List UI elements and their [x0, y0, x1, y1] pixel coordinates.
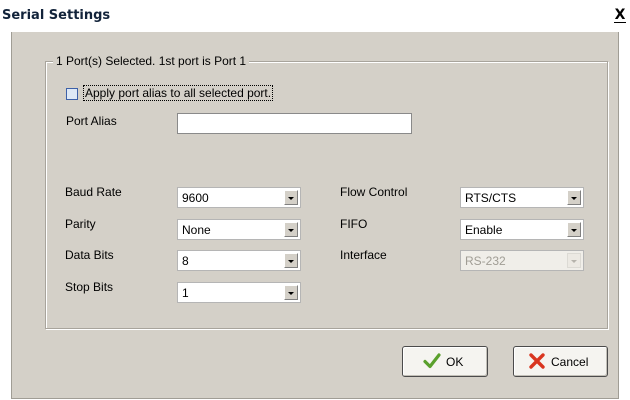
fifo-select[interactable]: Enable — [460, 219, 584, 240]
port-alias-input[interactable] — [177, 113, 412, 134]
data-bits-label: Data Bits — [65, 248, 114, 262]
chevron-down-icon[interactable] — [284, 253, 298, 268]
port-alias-label: Port Alias — [66, 114, 117, 128]
baud-rate-label: Baud Rate — [65, 185, 122, 199]
parity-select[interactable]: None — [177, 219, 301, 240]
interface-select: RS-232 — [460, 250, 584, 271]
ok-button[interactable]: OK — [402, 346, 488, 377]
close-icon[interactable]: X — [612, 6, 628, 24]
chevron-down-icon[interactable] — [284, 190, 298, 205]
data-bits-select[interactable]: 8 — [177, 250, 301, 271]
checkmark-icon — [423, 353, 441, 369]
chevron-down-icon[interactable] — [567, 222, 581, 237]
group-legend: 1 Port(s) Selected. 1st port is Port 1 — [53, 54, 250, 68]
title-bar: Serial Settings X — [0, 0, 630, 32]
stop-bits-select[interactable]: 1 — [177, 282, 301, 303]
cancel-label: Cancel — [551, 355, 589, 369]
apply-alias-checkbox[interactable] — [66, 88, 78, 100]
chevron-down-icon[interactable] — [284, 222, 298, 237]
parity-value: None — [182, 223, 211, 237]
window-title: Serial Settings — [2, 8, 111, 23]
data-bits-value: 8 — [182, 254, 189, 268]
ok-label: OK — [446, 355, 464, 369]
chevron-down-icon[interactable] — [567, 190, 581, 205]
fifo-value: Enable — [465, 223, 503, 237]
stop-bits-label: Stop Bits — [65, 280, 114, 294]
stop-bits-value: 1 — [182, 286, 189, 300]
red-x-icon — [529, 353, 545, 369]
interface-label: Interface — [340, 248, 387, 262]
apply-alias-label[interactable]: Apply port alias to all selected port. — [82, 85, 274, 101]
chevron-down-icon[interactable] — [284, 285, 298, 300]
fifo-label: FIFO — [340, 217, 368, 231]
baud-rate-value: 9600 — [182, 191, 209, 205]
chevron-down-icon — [567, 253, 581, 268]
interface-value: RS-232 — [465, 254, 506, 268]
flow-control-select[interactable]: RTS/CTS — [460, 187, 584, 208]
baud-rate-select[interactable]: 9600 — [177, 187, 301, 208]
flow-control-label: Flow Control — [340, 185, 408, 199]
parity-label: Parity — [65, 217, 96, 231]
cancel-button[interactable]: Cancel — [513, 346, 608, 377]
flow-control-value: RTS/CTS — [465, 191, 517, 205]
